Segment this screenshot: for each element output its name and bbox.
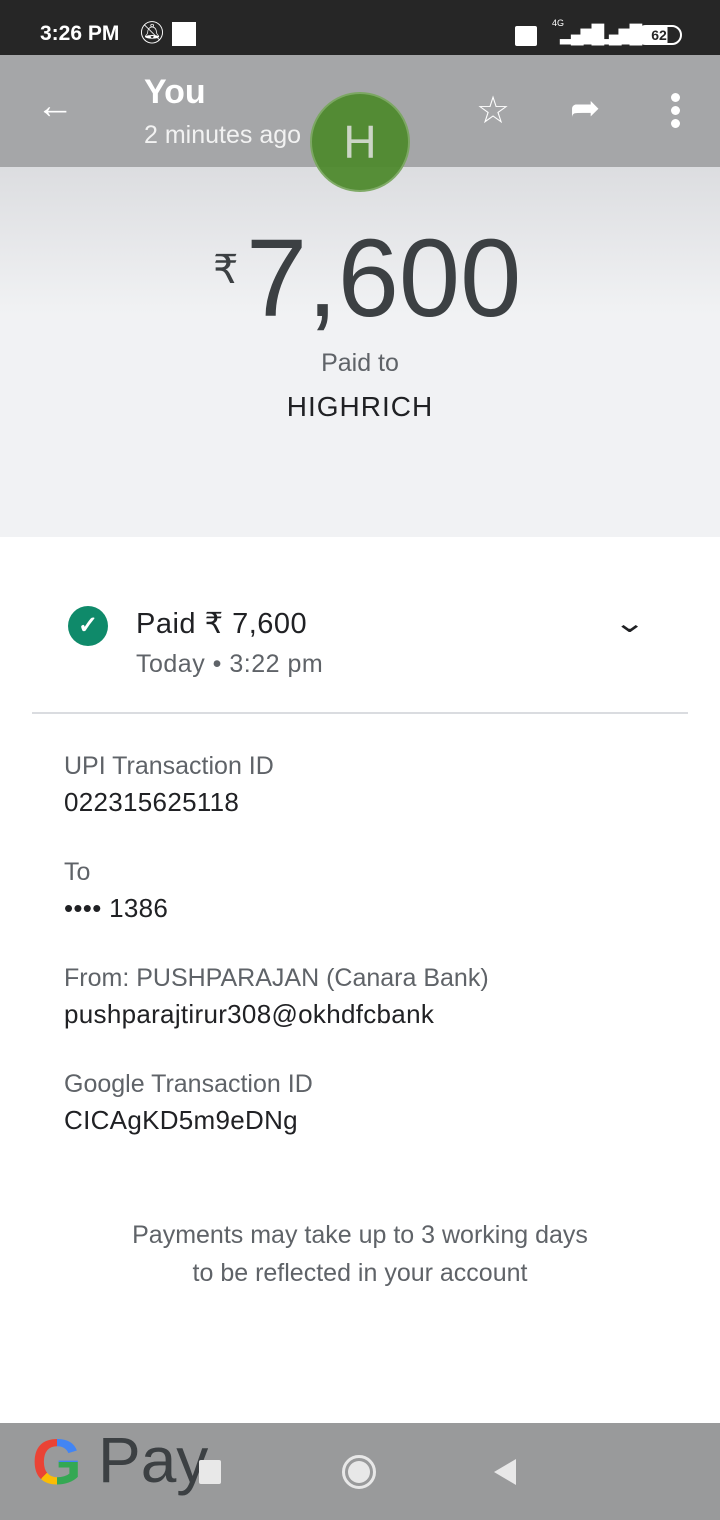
page-title: You [144,73,206,111]
detail-label: To [64,858,91,886]
gpay-logo-text: Pay [98,1424,209,1496]
back-nav-button[interactable] [494,1459,516,1485]
payment-status-row[interactable]: ✓ Paid ₹ 7,600 Today • 3:22 pm ⌄ [32,580,688,714]
detail-label: Google Transaction ID [64,1070,313,1098]
detail-value: •••• 1386 [64,893,169,923]
detail-google-id: Google Transaction ID CICAgKD5m9eDNg [64,1070,684,1176]
signal-icon: ▂▄▆█ [560,24,604,44]
transaction-details: UPI Transaction ID 022315625118 To •••• 13… [64,752,684,1176]
detail-value: CICAgKD5m9eDNg [64,1105,298,1135]
more-options-icon[interactable] [664,91,688,131]
paid-status: Paid ₹ 7,600 [136,608,308,640]
payee-name: HIGHRICH [286,391,434,422]
share-icon[interactable]: ➦ [570,87,600,129]
detail-label: UPI Transaction ID [64,752,274,780]
signal-icon-2: ▂▄▆█ [598,24,642,44]
avatar: H [310,92,410,192]
navigation-bar: G Pay [0,1423,720,1520]
volte-icon [515,26,537,46]
back-button[interactable]: ← [36,85,74,128]
bell-off-icon: 🔕︎ [138,20,166,45]
settlement-note: Payments may take up to 3 working days t… [0,1216,720,1292]
recents-button[interactable] [199,1460,221,1484]
app-notification-icon [172,22,196,46]
page-subtitle: 2 minutes ago [144,121,302,149]
detail-upi-id: UPI Transaction ID 022315625118 [64,752,684,858]
detail-value: pushparajtirur308@okhdfcbank [64,999,435,1029]
detail-from: From: PUSHPARAJAN (Canara Bank) pushparaj… [64,964,684,1070]
amount: 7,600 [246,217,522,340]
check-icon: ✓ [68,606,108,646]
chevron-down-icon[interactable]: ⌄ [613,606,646,639]
google-g-logo: G [32,1426,82,1498]
status-time: 3:26 PM [40,22,120,45]
home-button[interactable] [342,1455,376,1489]
paid-time: Today • 3:22 pm [136,650,324,678]
paid-to-label: Paid to [321,349,399,377]
detail-to: To •••• 1386 [64,858,684,964]
detail-value: 022315625118 [64,787,240,817]
note-line-2: to be reflected in your account [192,1259,528,1287]
status-bar: 3:26 PM 🔕︎ 4G ▂▄▆█ ▂▄▆█ 62 [0,0,720,55]
star-icon[interactable]: ☆ [476,88,510,133]
battery-indicator: 62 [636,25,682,45]
detail-label: From: PUSHPARAJAN (Canara Bank) [64,964,489,992]
note-line-1: Payments may take up to 3 working days [132,1221,588,1249]
amount-hero: ₹ 7,600 Paid to HIGHRICH [0,167,720,537]
currency-symbol: ₹ [213,248,239,292]
